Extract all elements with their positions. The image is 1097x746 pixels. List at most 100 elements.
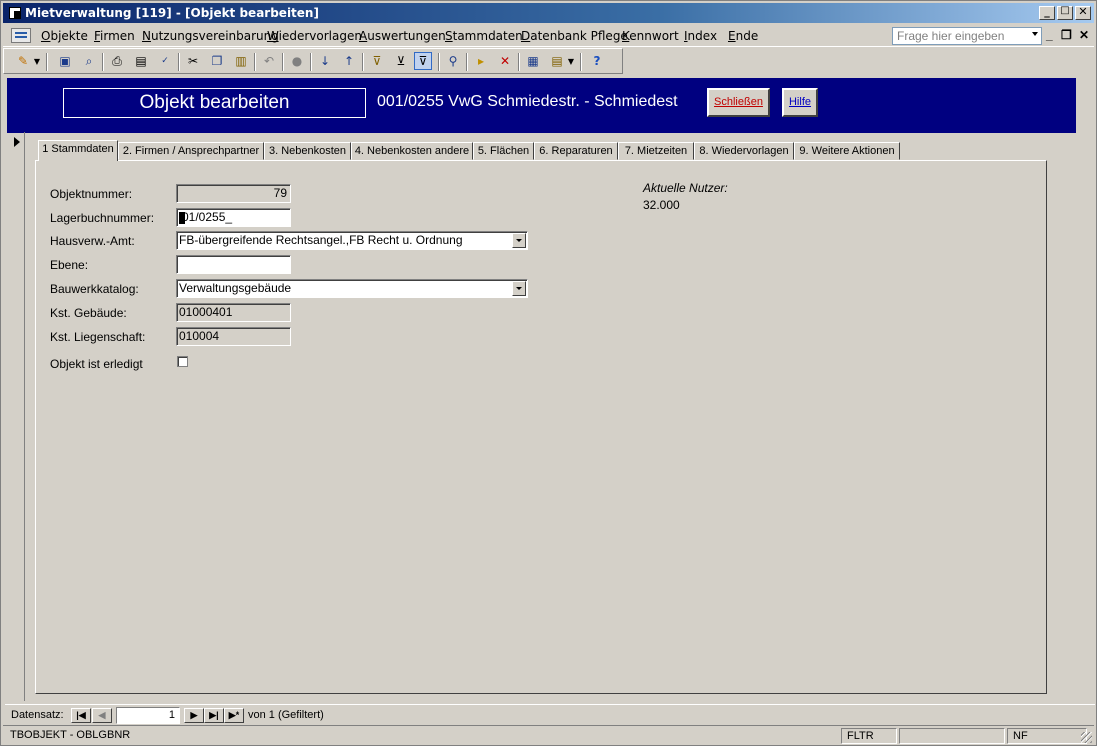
cut-icon[interactable]: ✂	[184, 52, 202, 70]
bauwerkkatalog-label: Bauwerkkatalog:	[50, 282, 139, 296]
lagerbuchnummer-label: Lagerbuchnummer:	[50, 211, 155, 225]
new-object-icon[interactable]: ▤	[548, 52, 566, 70]
status-filter-indicator: FLTR	[841, 728, 897, 744]
record-number-input[interactable]: 1	[116, 707, 180, 724]
apply-filter-icon[interactable]: ⊽	[414, 52, 432, 70]
sort-ascending-icon[interactable]: ↓	[316, 52, 334, 70]
tab-page-stammdaten: Objektnummer: 79 Lagerbuchnummer: 01/025…	[35, 160, 1047, 694]
paste-icon[interactable]: ▥	[232, 52, 250, 70]
chevron-down-icon[interactable]: ▼	[32, 52, 42, 70]
form-menu-icon[interactable]	[11, 28, 31, 43]
ask-question-box[interactable]: Frage hier eingeben	[892, 27, 1042, 45]
database-window-icon[interactable]: ▦	[524, 52, 542, 70]
minimize-button[interactable]: _	[1039, 5, 1055, 20]
undo-icon[interactable]: ↶	[260, 52, 278, 70]
tab-nebenkosten[interactable]: 3. Nebenkosten	[264, 142, 351, 160]
hyperlink-icon[interactable]: ●	[288, 52, 306, 70]
print-icon[interactable]: ⎙	[108, 52, 126, 70]
record-selector[interactable]	[7, 132, 25, 701]
mdi-close-button[interactable]: ✕	[1079, 28, 1089, 42]
maximize-button[interactable]: □	[1057, 5, 1073, 20]
menu-bar: Objekte Firmen Nutzungsvereinbarung Wied…	[3, 25, 1094, 47]
status-numlock-indicator: NF	[1007, 728, 1087, 744]
datensatz-label: Datensatz:	[11, 709, 64, 721]
menu-firmen[interactable]: Firmen	[94, 29, 135, 43]
tab-mietzeiten[interactable]: 7. Mietzeiten	[618, 142, 694, 160]
erledigt-checkbox[interactable]	[177, 356, 188, 367]
spell-check-icon[interactable]: ✓	[156, 52, 174, 70]
app-icon[interactable]	[9, 7, 21, 19]
record-navigation: Datensatz: |◀ ◀ 1 ▶ ▶| ▶* von 1 (Gefilte…	[5, 704, 1095, 724]
bauwerkkatalog-combo[interactable]: Verwaltungsgebäude	[176, 279, 528, 298]
print-preview-icon[interactable]: ▤	[132, 52, 150, 70]
record-count-text: von 1 (Gefiltert)	[248, 709, 324, 721]
hausverw-label: Hausverw.-Amt:	[50, 234, 135, 248]
menu-wiedervorlagen[interactable]: Wiedervorlagen	[267, 29, 362, 43]
status-bar: TBOBJEKT - OBLGBNR FLTR NF	[3, 725, 1094, 745]
menu-kennwort[interactable]: Kennwort	[622, 29, 679, 43]
menu-ende[interactable]: Ende	[728, 29, 758, 43]
tab-reparaturen[interactable]: 6. Reparaturen	[534, 142, 618, 160]
aktuelle-nutzer-label: Aktuelle Nutzer:	[643, 181, 728, 195]
tab-wiedervorlagen[interactable]: 8. Wiedervorlagen	[694, 142, 794, 160]
kst-liegenschaft-field[interactable]: 010004	[176, 327, 291, 346]
menu-auswertungen[interactable]: Auswertungen	[359, 29, 446, 43]
ebene-label: Ebene:	[50, 258, 89, 272]
tab-nebenkosten-andere[interactable]: 4. Nebenkosten andere	[351, 142, 473, 160]
next-record-button[interactable]: ▶	[184, 708, 204, 723]
hausverw-combo[interactable]: FB-übergreifende Rechtsangel.,FB Recht u…	[176, 231, 528, 250]
resize-grip-icon[interactable]	[1081, 732, 1092, 743]
hausverw-value: FB-übergreifende Rechtsangel.,FB Recht u…	[179, 233, 463, 247]
mdi-restore-button[interactable]: ❐	[1061, 28, 1072, 42]
chevron-down-icon[interactable]	[512, 233, 526, 248]
menu-stammdaten[interactable]: Stammdaten	[445, 29, 523, 43]
erledigt-label: Objekt ist erledigt	[50, 357, 143, 371]
ebene-field[interactable]	[176, 255, 291, 274]
chevron-down-icon[interactable]	[1032, 32, 1038, 36]
find-icon[interactable]: ⚲	[444, 52, 462, 70]
lagerbuchnummer-value: 01/0255_	[182, 210, 233, 224]
tab-stammdaten[interactable]: 1 Stammdaten	[38, 140, 118, 161]
design-view-icon[interactable]: ✎	[14, 52, 32, 70]
filter-by-selection-icon[interactable]: ⊽	[368, 52, 386, 70]
help-icon[interactable]: ?	[588, 52, 606, 70]
menu-index[interactable]: Index	[684, 29, 717, 43]
chevron-down-icon[interactable]: ▼	[566, 52, 576, 70]
close-button[interactable]: ✕	[1075, 5, 1091, 20]
last-record-button[interactable]: ▶|	[204, 708, 224, 723]
close-form-button[interactable]: Schließen	[707, 88, 770, 117]
filter-by-form-icon[interactable]: ⊻	[392, 52, 410, 70]
mdi-minimize-button[interactable]: _	[1046, 28, 1053, 42]
previous-record-button[interactable]: ◀	[92, 708, 112, 723]
window-title: Mietverwaltung [119] - [Objekt bearbeite…	[25, 6, 319, 20]
copy-icon[interactable]: ❐	[208, 52, 226, 70]
lagerbuchnummer-field[interactable]: 01/0255_	[176, 208, 291, 227]
tab-flaechen[interactable]: 5. Flächen	[473, 142, 534, 160]
delete-record-icon[interactable]: ✕	[496, 52, 514, 70]
menu-objekte[interactable]: Objekte	[41, 29, 88, 43]
ask-question-placeholder: Frage hier eingeben	[897, 29, 1005, 43]
kst-gebaeude-field[interactable]: 01000401	[176, 303, 291, 322]
kst-gebaeude-label: Kst. Gebäude:	[50, 306, 127, 320]
new-record-nav-button[interactable]: ▶*	[224, 708, 244, 723]
tab-firmen-ansprechpartner[interactable]: 2. Firmen / Ansprechpartner	[118, 142, 264, 160]
bauwerkkatalog-value: Verwaltungsgebäude	[179, 281, 292, 295]
status-field-description: TBOBJEKT - OBLGBNR	[10, 729, 131, 741]
form-area: Objekt bearbeiten 001/0255 VwG Schmiedes…	[5, 76, 1076, 701]
new-record-icon[interactable]: ▸	[472, 52, 490, 70]
sort-descending-icon[interactable]: ↑	[340, 52, 358, 70]
objektnummer-field[interactable]: 79	[176, 184, 291, 203]
help-button[interactable]: Hilfe	[782, 88, 818, 117]
menu-nutzungsvereinbarung[interactable]: Nutzungsvereinbarung	[142, 29, 279, 43]
form-title: Objekt bearbeiten	[63, 88, 366, 118]
record-pointer-icon	[14, 137, 20, 147]
objektnummer-label: Objektnummer:	[50, 187, 133, 201]
tab-weitere-aktionen[interactable]: 9. Weitere Aktionen	[794, 142, 900, 160]
first-record-button[interactable]: |◀	[71, 708, 91, 723]
toolbar: ✎ ▼ ▣ ⌕ ⎙ ▤ ✓ ✂ ❐ ▥ ↶ ● ↓ ↑ ⊽ ⊻ ⊽ ⚲ ▸ ✕ …	[3, 48, 623, 74]
save-icon[interactable]: ▣	[56, 52, 74, 70]
menu-datenbank-pflege[interactable]: Datenbank Pflege	[521, 29, 628, 43]
app-window: Mietverwaltung [119] - [Objekt bearbeite…	[0, 0, 1097, 746]
chevron-down-icon[interactable]	[512, 281, 526, 296]
search-file-icon[interactable]: ⌕	[80, 52, 98, 70]
